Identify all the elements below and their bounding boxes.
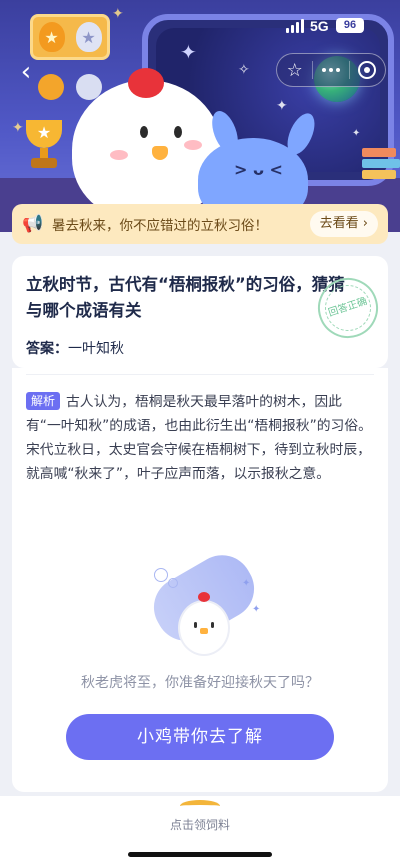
network-label: 5G <box>310 18 329 34</box>
sparkle-icon: ✦ <box>276 98 288 114</box>
megaphone-icon: 📢 <box>22 214 44 234</box>
favorite-button[interactable]: ☆ <box>277 54 312 86</box>
battery-icon: 96 <box>336 18 364 33</box>
close-miniprogram-button[interactable] <box>350 54 385 86</box>
mini-program-capsule: ☆ <box>276 53 386 87</box>
answer-value: 一叶知秋 <box>68 341 124 357</box>
trophy-icon: ★ <box>24 120 64 172</box>
chicken-comb <box>128 68 164 98</box>
divider <box>26 374 374 375</box>
more-button[interactable] <box>313 54 348 86</box>
get-feed-label: 点击领饲料 <box>169 818 230 832</box>
sparkle-icon: ✦ <box>252 604 261 615</box>
books-icon <box>362 148 400 188</box>
chicken-eye <box>174 126 182 138</box>
star-icon: ☆ <box>286 59 303 81</box>
chicken-beak <box>200 628 208 634</box>
home-indicator <box>128 852 272 857</box>
bubble-icon <box>154 568 168 582</box>
target-icon <box>358 61 377 79</box>
sparkle-icon: ✧ <box>238 62 250 78</box>
sparkle-icon: ✦ <box>352 128 361 139</box>
bottom-bar[interactable]: 点击领饲料 <box>0 796 400 866</box>
stamp-text: 回答正确 <box>319 279 377 337</box>
explanation-body: 解析 古人认为，梧桐是秋天最早落叶的树木，因此有“一叶知秋”的成语，也由此衍生出“… <box>26 390 376 486</box>
answer-label: 答案： <box>26 341 68 357</box>
promo-banner[interactable]: 📢 暑去秋来，你不应错过的立秋习俗！ 去看看 › <box>12 204 388 244</box>
gold-badge-icon <box>38 74 64 100</box>
answer-row: 答案：一叶知秋 <box>26 338 124 358</box>
chicken-blush <box>110 150 128 160</box>
explanation-text: 古人认为，梧桐是秋天最早落叶的树木，因此有“一叶知秋”的成语，也由此衍生出“梧桐… <box>26 394 372 482</box>
question-text: 立秋时节，古代有“梧桐报秋”的习俗，猜猜与哪个成语有关 <box>26 275 345 320</box>
back-button[interactable]: ‹ <box>12 58 40 86</box>
banner-text: 暑去秋来，你不应错过的立秋习俗！ <box>52 218 268 234</box>
monster-eyes: > ᴗ < <box>234 160 283 179</box>
chevron-left-icon: ‹ <box>20 57 32 87</box>
chicken-comb <box>198 592 210 602</box>
prompt-text: 秋老虎将至，你准备好迎接秋天了吗？ <box>81 675 319 691</box>
status-bar: 5G 96 <box>0 0 400 44</box>
more-dots-icon <box>321 68 340 72</box>
chicken-eye <box>140 126 148 138</box>
sparkle-icon: ✦ <box>12 120 24 136</box>
question-card: 立秋时节，古代有“梧桐报秋”的习俗，猜猜与哪个成语有关 答案：一叶知秋 回答正确 <box>12 256 388 368</box>
explanation-card: 解析 古人认为，梧桐是秋天最早落叶的树木，因此有“一叶知秋”的成语，也由此衍生出“… <box>12 368 388 792</box>
chicken-eye <box>194 622 197 628</box>
go-see-button[interactable]: 去看看 › <box>309 211 378 237</box>
feed-bowl-icon <box>180 800 220 812</box>
bubble-icon <box>168 578 178 588</box>
explanation-tag: 解析 <box>26 392 61 410</box>
chicken-blush <box>184 140 202 150</box>
signal-icon <box>286 19 304 33</box>
learn-more-button[interactable]: 小鸡带你去了解 <box>66 714 334 760</box>
chicken-eye <box>211 622 214 628</box>
small-chicken-illustration: ✦ ✦ <box>138 544 268 670</box>
sparkle-icon: ✦ <box>242 578 251 589</box>
